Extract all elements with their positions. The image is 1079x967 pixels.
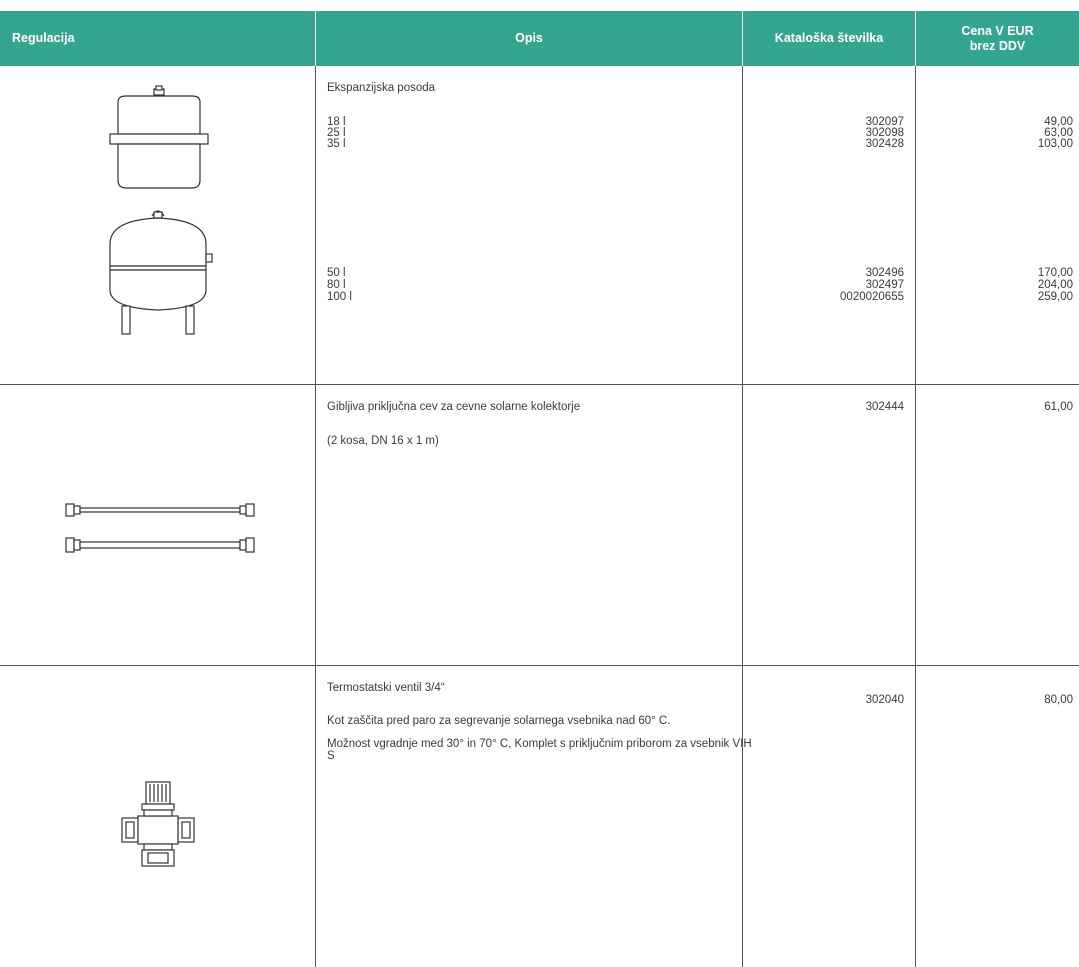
header-price-line1: Cena V EUR (961, 23, 1034, 38)
catalog-number: 302496 (865, 267, 904, 279)
row-separator (0, 665, 1079, 666)
row-title: Termostatski ventil 3/4“ (327, 682, 445, 694)
expansion-vessel-small-image (109, 85, 209, 189)
catalog-number: 302497 (865, 279, 904, 291)
catalog-number: 302444 (865, 401, 904, 413)
row-description: Možnost vgradnje med 30° in 70° C, Kompl… (327, 738, 752, 762)
size-value: 50 l (327, 267, 346, 279)
size-value: 35 l (327, 138, 346, 150)
header-regulacija: Regulacija (12, 31, 75, 45)
column-divider (742, 66, 743, 967)
size-value: 80 l (327, 279, 346, 291)
row-title: Ekspanzijska posoda (327, 82, 436, 94)
column-divider (315, 66, 316, 967)
price-value: 80,00 (1044, 694, 1073, 706)
row-description: Kot zaščita pred paro za segrevanje sola… (327, 715, 671, 727)
flexible-hose-image (65, 503, 255, 553)
header-price: Cena V EUR brez DDV (916, 11, 1079, 66)
expansion-vessel-large-image (109, 210, 213, 335)
catalog-number: 302040 (865, 694, 904, 706)
price-value: 61,00 (1044, 401, 1073, 413)
header-opis: Opis (515, 31, 543, 45)
catalog-number: 302428 (865, 138, 904, 150)
price-value: 103,00 (1037, 138, 1073, 150)
price-value: 170,00 (1037, 267, 1073, 279)
column-divider (915, 66, 916, 967)
header-price-line2: brez DDV (969, 38, 1026, 53)
size-value: 100 l (327, 291, 352, 303)
row-separator (0, 384, 1079, 385)
thermostatic-valve-image (121, 781, 195, 867)
header-catalog-number: Kataloška številka (774, 31, 884, 45)
price-value: 259,00 (1037, 291, 1073, 303)
row-title: Gibljiva priključna cev za cevne solarne… (327, 401, 581, 413)
catalog-number: 0020020655 (840, 291, 904, 303)
price-value: 204,00 (1037, 279, 1073, 291)
row-note: (2 kosa, DN 16 x 1 m) (327, 435, 439, 447)
table-header: Regulacija Opis Kataloška številka Cena … (0, 11, 1079, 66)
price-table: Regulacija Opis Kataloška številka Cena … (0, 0, 1079, 967)
